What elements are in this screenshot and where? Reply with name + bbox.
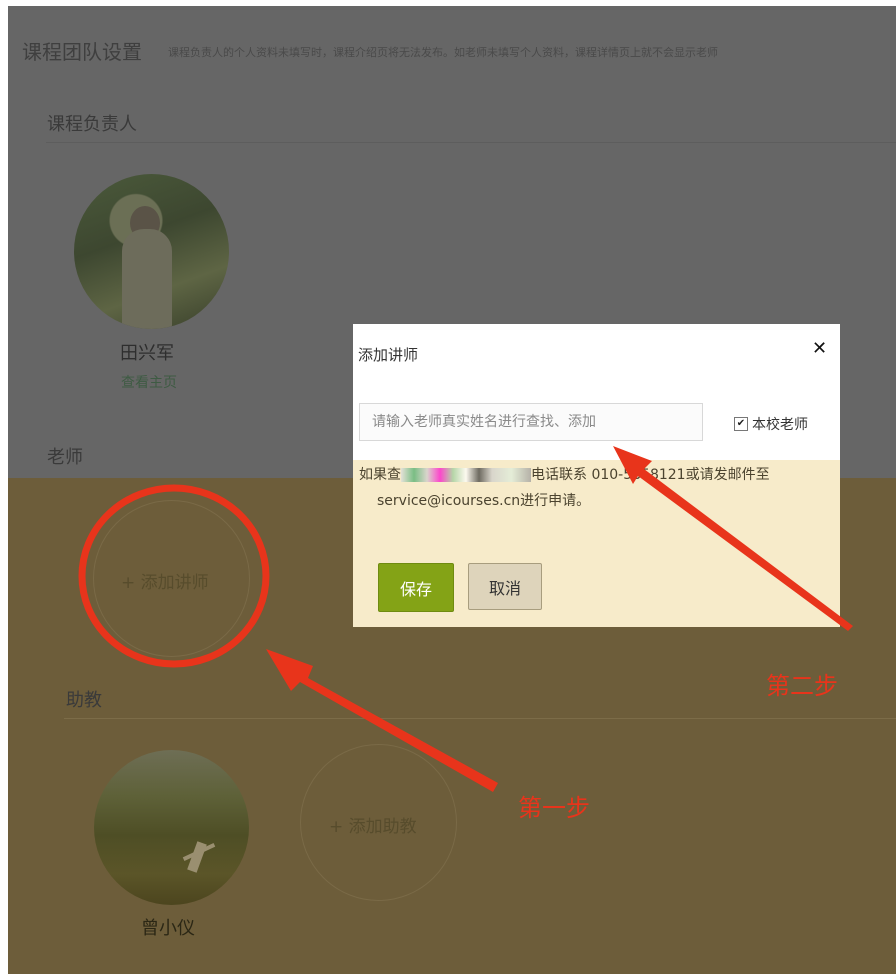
course-team-page: 课程团队设置 课程负责人的个人资料未填写时，课程介绍页将无法发布。如老师未填写个…	[8, 6, 896, 974]
page-title-note: 课程负责人的个人资料未填写时，课程介绍页将无法发布。如老师未填写个人资料，课程详…	[168, 46, 718, 59]
assistant-name: 曾小仪	[141, 918, 195, 939]
hint-text: 或请发邮件至	[685, 467, 770, 483]
redacted-text	[401, 468, 531, 482]
local-teacher-checkbox[interactable]: ✔ 本校老师	[734, 414, 808, 434]
section-divider	[46, 142, 896, 143]
hint-phone: 电话联系 010-5858121	[531, 467, 686, 483]
teacher-search-input[interactable]	[359, 403, 703, 441]
section-label-owner: 课程负责人	[47, 114, 137, 135]
owner-avatar[interactable]	[74, 174, 229, 329]
step1-label: 第一步	[518, 794, 590, 822]
dialog-hint-line-2: service@icourses.cn进行申请。	[377, 493, 591, 509]
add-teacher-dialog: 添加讲师 ✕ ✔ 本校老师 如果查电话联系 010-5858121或请发邮件至 …	[353, 324, 840, 627]
section-label-teacher: 老师	[47, 447, 83, 468]
dialog-title: 添加讲师	[358, 346, 419, 364]
dialog-hint-line-1: 如果查 电话联系 010-5858121或请发邮件至	[359, 464, 770, 484]
section-label-assistant: 助教	[66, 690, 102, 711]
add-assistant-label: + 添加助教	[329, 817, 417, 837]
page-title: 课程团队设置	[22, 40, 142, 64]
section-divider	[64, 718, 896, 719]
owner-name: 田兴军	[120, 343, 174, 364]
local-teacher-label: 本校老师	[752, 417, 808, 433]
checkbox-checked-icon[interactable]: ✔	[734, 417, 748, 431]
owner-homepage-link[interactable]: 查看主页	[121, 372, 177, 392]
step2-label: 第二步	[766, 672, 838, 700]
save-button[interactable]: 保存	[378, 563, 454, 612]
assistant-avatar[interactable]	[94, 750, 249, 905]
cancel-button[interactable]: 取消	[468, 563, 542, 610]
add-teacher-label: + 添加讲师	[121, 573, 209, 593]
close-icon[interactable]: ✕	[812, 338, 827, 359]
hint-text: 如果查	[359, 467, 401, 483]
